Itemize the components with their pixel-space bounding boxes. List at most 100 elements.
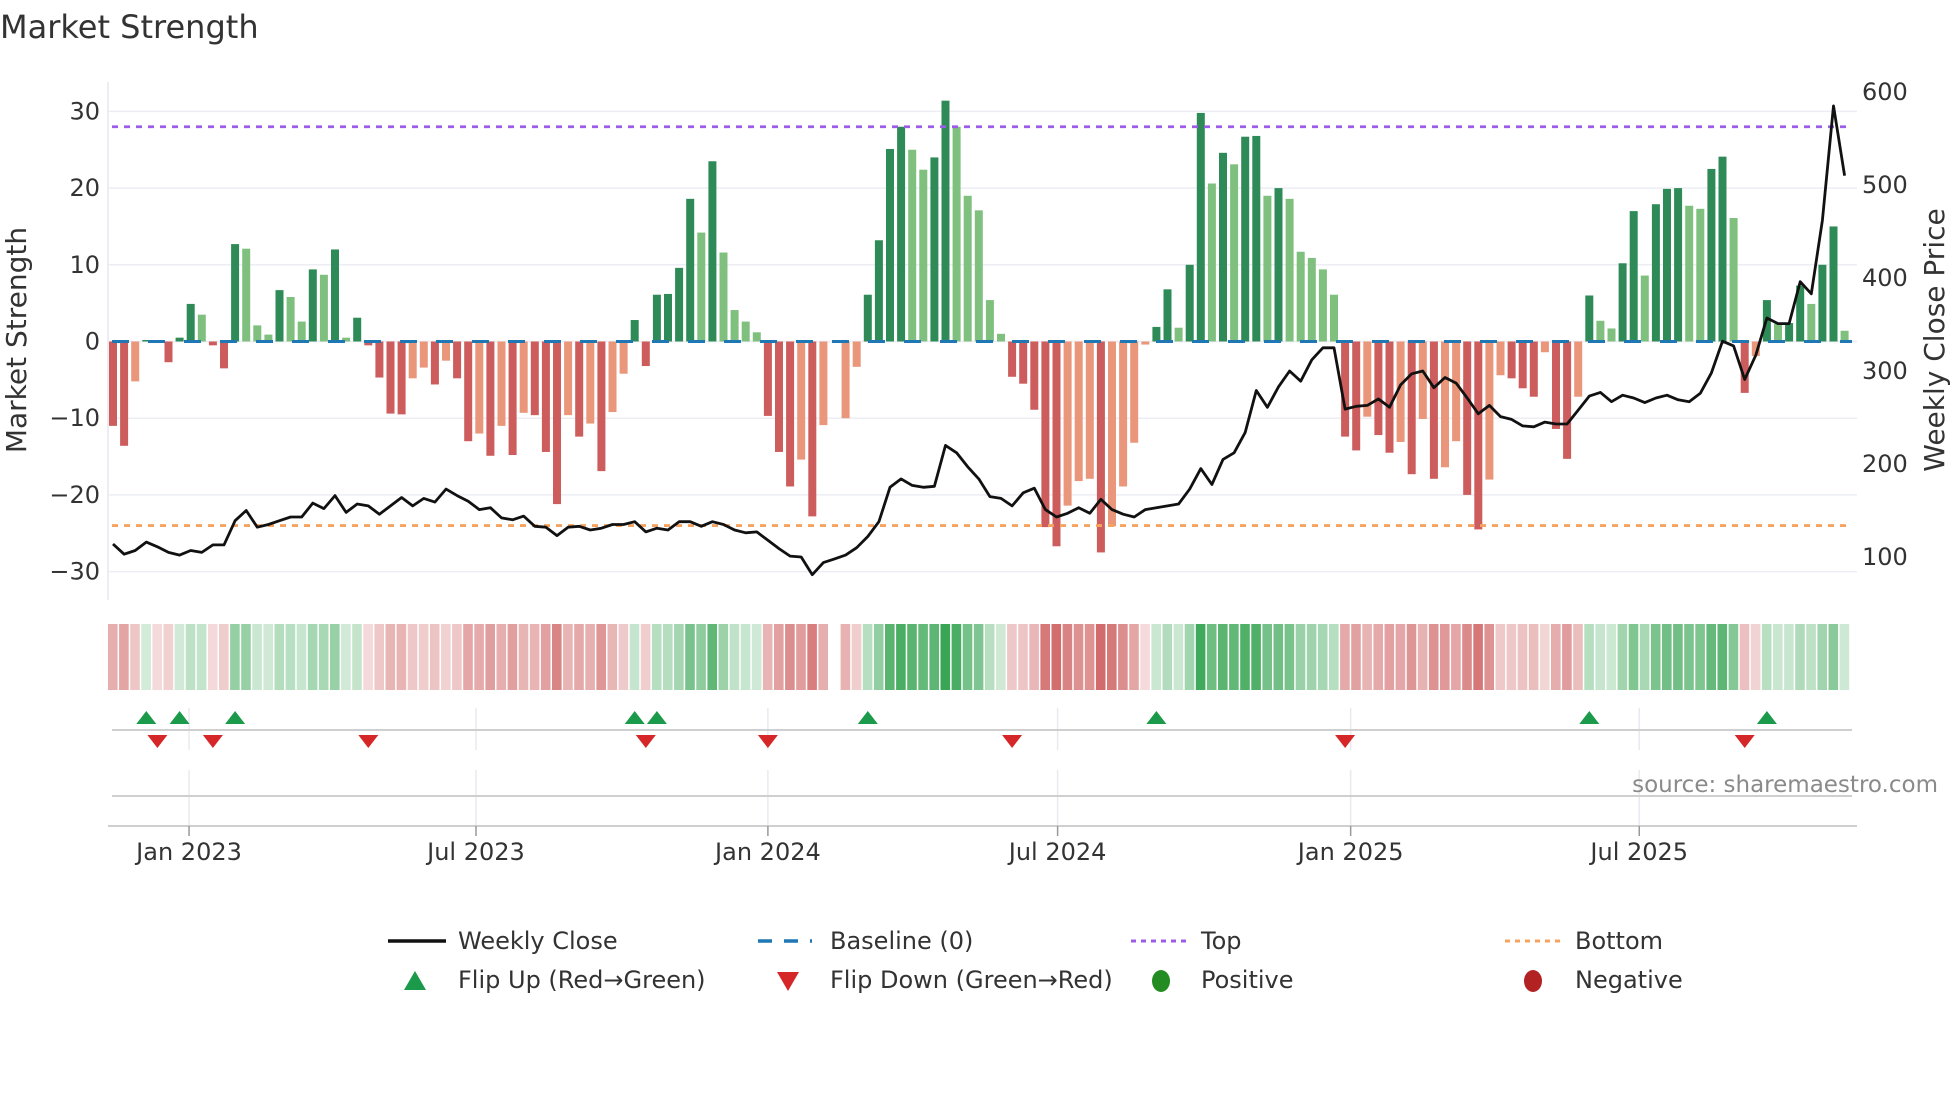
strength-bar [1163,289,1172,342]
flip-down-marker [635,735,656,748]
strip-cell [1817,624,1827,690]
strip-cell [862,624,873,690]
flip-down-marker [358,735,379,748]
strength-bar [1207,183,1216,342]
flip-down-marker [1734,735,1755,748]
strip-cell [1761,624,1772,690]
strength-bar [397,341,406,415]
strip-cell [1428,624,1439,690]
strip-cell [1084,624,1095,690]
strip-cell [918,624,928,690]
y2-tick-label: 300 [1862,357,1908,385]
y-tick-label: 20 [69,174,100,202]
strip-cell [807,624,817,690]
strength-bar [575,341,584,437]
strip-cell [1806,624,1816,690]
strength-bar [1385,341,1394,453]
legend-item-flip-down: Flip Down (Green→Red) [777,966,1113,994]
strip-cell [1284,624,1295,690]
source-label: source: sharemaestro.com [1632,772,1938,798]
lower-panel-grid [188,708,1640,826]
strip-cell [1240,624,1250,690]
strip-cell [1773,624,1783,690]
strip-cell [1440,624,1450,690]
x-tick-label: Jul 2025 [1588,838,1688,866]
strip-cell [674,624,684,690]
strength-bar [952,126,961,342]
strip-cell [1073,624,1084,690]
strength-bar [408,341,417,379]
strength-bar [419,341,428,368]
strength-bar [1829,226,1838,342]
strip-cell [1506,624,1517,690]
strip-cell [951,624,962,690]
strength-bar [231,244,240,342]
strip-cell [330,624,340,690]
y-tick-label: −30 [49,558,100,586]
strength-bar [442,341,450,361]
strength-bar [1174,327,1183,342]
strength-bar [1252,135,1261,342]
strength-bar [941,100,950,342]
strength-bar [1374,341,1383,436]
strip-cell [1750,624,1761,690]
strip-cell [696,624,706,690]
strength-bar [1141,341,1150,345]
strength-bar [375,341,384,378]
strip-cell [607,624,618,690]
flip-up-marker [1146,711,1167,724]
strength-bar [1041,341,1050,528]
strength-bar [475,341,484,434]
strip-cell [1151,624,1161,690]
strip-cell [1384,624,1395,690]
strength-bar [1474,341,1483,530]
strength-bar [1418,341,1427,419]
strength-bar [430,341,439,385]
strip-cell [219,624,229,690]
strip-cell [1451,624,1461,690]
strength-bar [1274,188,1283,342]
strip-cell [1095,624,1106,690]
strength-bar [664,293,672,342]
strip-cell [496,624,507,690]
y-tick-label: 0 [85,328,100,356]
strip-cell [1528,624,1539,690]
y2-axis-title: Weekly Close Price [1918,208,1951,471]
strip-cell [1118,624,1128,690]
strength-bar [464,341,473,442]
strength-bar [763,341,772,416]
x-axis-ticks: Jan 2023 Jul 2023 Jan 2024 Jul 2024 Jan 2025… [134,826,1688,866]
strip-cell [1007,624,1017,690]
strength-bar [1152,326,1161,342]
flip-down-marker [757,735,778,748]
strength-bar [197,314,206,342]
flip-up-marker [136,711,157,724]
strength-bar [286,297,295,342]
strip-cell [962,624,973,690]
strength-bar [319,274,328,342]
strip-cell [1395,624,1406,690]
strength-bar [1352,341,1361,451]
strength-bar [1529,341,1538,397]
strength-bar [808,341,817,517]
strip-cell [1595,624,1605,690]
strip-cell [1062,624,1073,690]
strip-cell [1218,624,1228,690]
flip-up-marker [225,711,246,724]
strip-cell [1373,624,1383,690]
strength-bar [608,341,617,413]
triangle-up-icon [404,971,426,990]
strength-bar [1585,295,1594,342]
strength-bar [1563,341,1572,459]
strip-cell [984,624,995,690]
y2-tick-label: 500 [1862,171,1908,199]
strip-cell [996,624,1006,690]
strength-bar [297,321,306,342]
strength-bar [1785,323,1794,342]
strength-bar [1130,341,1139,443]
strength-bar [1840,330,1849,342]
strip-cell [1617,624,1628,690]
strength-bar [1108,341,1116,527]
strip-cell [663,624,673,690]
legend-label: Weekly Close [458,927,618,955]
